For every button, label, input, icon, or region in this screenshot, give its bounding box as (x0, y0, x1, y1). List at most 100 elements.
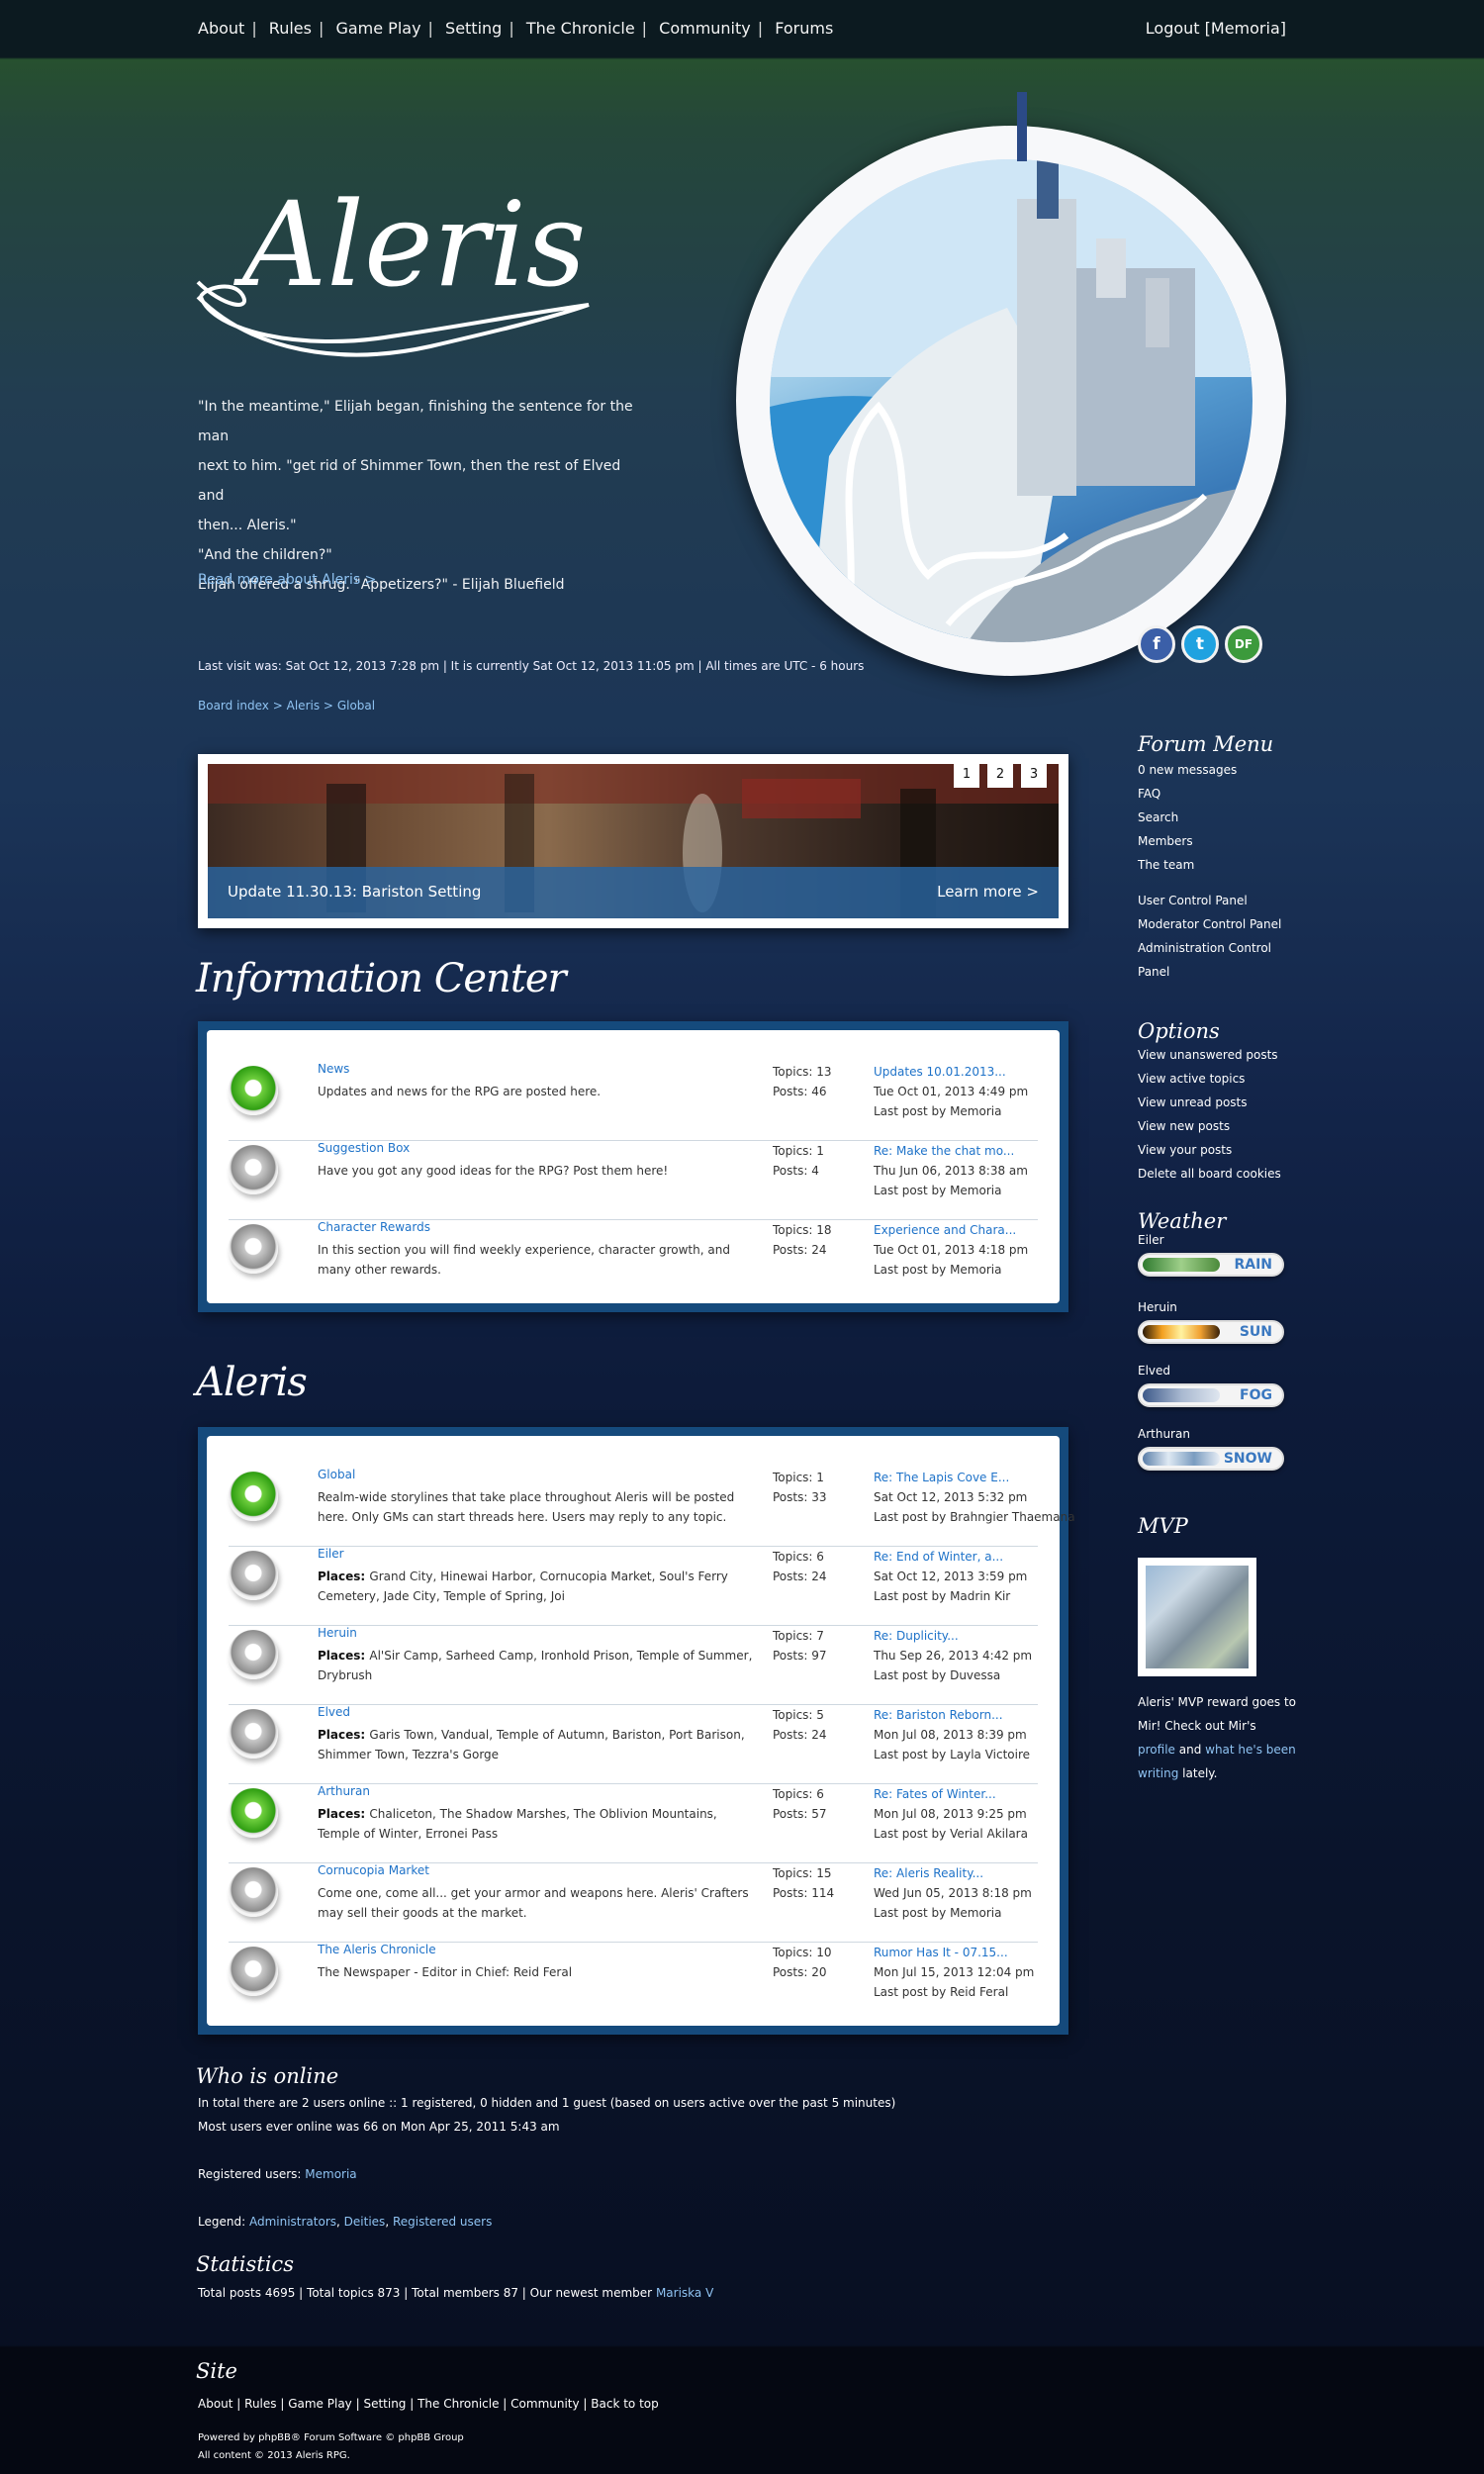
last-post-link[interactable]: Rumor Has It - 07.15... (874, 1943, 1034, 1962)
menu-members[interactable]: Members (1138, 829, 1281, 853)
nav-game-play[interactable]: Game Play (335, 19, 420, 38)
option-unanswered[interactable]: View unanswered posts (1138, 1043, 1281, 1067)
breadcrumb-global[interactable]: Global (337, 699, 375, 713)
nav-setting[interactable]: Setting (445, 19, 502, 38)
forum-row[interactable]: Suggestion Box Have you got any good idea… (229, 1141, 1038, 1220)
option-unread-posts[interactable]: View unread posts (1138, 1091, 1281, 1114)
twitter-icon[interactable]: t (1181, 625, 1219, 663)
forum-name-link[interactable]: Cornucopia Market (318, 1863, 429, 1877)
forum-read-icon (229, 1551, 278, 1600)
forum-name-link[interactable]: Eiler (318, 1547, 344, 1561)
forum-list: News Updates and news for the RPG are pos… (207, 1030, 1060, 1303)
forum-name-link[interactable]: News (318, 1062, 349, 1076)
who-is-online-title: Who is online (196, 2064, 339, 2088)
legend-registered-users[interactable]: Registered users (393, 2215, 492, 2229)
option-delete-cookies[interactable]: Delete all board cookies (1138, 1162, 1281, 1186)
information-center-panel: News Updates and news for the RPG are pos… (198, 1021, 1068, 1312)
legend: Legend: Administrators, Deities, Registe… (198, 2215, 493, 2229)
menu-faq[interactable]: FAQ (1138, 782, 1281, 806)
forum-row[interactable]: The Aleris Chronicle The Newspaper - Edit… (229, 1943, 1038, 2012)
menu-new-messages[interactable]: 0 new messages (1138, 758, 1281, 782)
forum-description: Updates and news for the RPG are posted … (318, 1085, 602, 1098)
slider-learn-more[interactable]: Learn more > (937, 883, 1039, 901)
forum-row[interactable]: Character Rewards In this section you wil… (229, 1220, 1038, 1289)
last-post-link[interactable]: Re: The Lapis Cove E... (874, 1468, 1075, 1487)
forum-description: In this section you will find weekly exp… (318, 1243, 730, 1277)
footer-game-play[interactable]: Game Play (288, 2397, 352, 2411)
forum-name-link[interactable]: Suggestion Box (318, 1141, 410, 1155)
mvp-profile-link[interactable]: profile (1138, 1743, 1175, 1757)
site-logo[interactable]: Aleris (193, 148, 599, 366)
nav-the-chronicle[interactable]: The Chronicle (526, 19, 635, 38)
forum-name-link[interactable]: Arthuran (318, 1784, 370, 1798)
weather-region: Arthuran (1138, 1427, 1190, 1441)
logout-link[interactable]: Logout [Memoria] (1146, 19, 1286, 38)
footer-about[interactable]: About (198, 2397, 232, 2411)
df-icon[interactable]: DF (1225, 625, 1262, 663)
mvp-writing-link-cont[interactable]: writing (1138, 1766, 1178, 1780)
forum-row[interactable]: Heruin Places: Al'Sir Camp, Sarheed Camp,… (229, 1626, 1038, 1705)
slider-page-2[interactable]: 2 (987, 762, 1013, 788)
footer-the-chronicle[interactable]: The Chronicle (417, 2397, 499, 2411)
last-post-link[interactable]: Updates 10.01.2013... (874, 1062, 1028, 1082)
footer-setting[interactable]: Setting (363, 2397, 406, 2411)
legend-deities[interactable]: Deities (344, 2215, 386, 2229)
slider-page-1[interactable]: 1 (954, 762, 979, 788)
last-post-link[interactable]: Re: Aleris Reality... (874, 1863, 1032, 1883)
menu-user-control-panel[interactable]: User Control Panel (1138, 889, 1281, 912)
footer-back-to-top[interactable]: Back to top (591, 2397, 658, 2411)
slider-page-3[interactable]: 3 (1021, 762, 1047, 788)
option-active-topics[interactable]: View active topics (1138, 1067, 1281, 1091)
top-nav: About | Rules | Game Play | Setting | The Ch… (0, 0, 1484, 57)
newest-member-link[interactable]: Mariska V (656, 2286, 713, 2300)
forum-name-link[interactable]: Character Rewards (318, 1220, 430, 1234)
options-menu: Options View unanswered posts View activ… (1138, 1019, 1281, 1186)
read-more-link[interactable]: Read more about Aleris > (198, 572, 376, 588)
menu-administration-control-panel-cont[interactable]: Panel (1138, 960, 1281, 984)
forum-row[interactable]: News Updates and news for the RPG are pos… (229, 1062, 1038, 1141)
forum-row[interactable]: Elved Places: Garis Town, Vandual, Temple… (229, 1705, 1038, 1784)
footer-rules[interactable]: Rules (244, 2397, 276, 2411)
forum-read-icon (229, 1145, 278, 1194)
forum-row[interactable]: Eiler Places: Grand City, Hinewai Harbor,… (229, 1547, 1038, 1626)
footer-community[interactable]: Community (510, 2397, 579, 2411)
nav-separator: | (757, 19, 764, 38)
last-post-link[interactable]: Re: Duplicity... (874, 1626, 1032, 1646)
last-post-link[interactable]: Re: End of Winter, a... (874, 1547, 1027, 1567)
mvp-writing-link[interactable]: what he's been (1205, 1743, 1296, 1757)
forum-stats: Topics: 5 Posts: 24 (773, 1708, 827, 1742)
option-your-posts[interactable]: View your posts (1138, 1138, 1281, 1162)
mvp-image[interactable] (1138, 1558, 1256, 1676)
forum-name-link[interactable]: Elved (318, 1705, 350, 1719)
forum-row[interactable]: Arthuran Places: Chaliceton, The Shadow M… (229, 1784, 1038, 1863)
legend-administrators[interactable]: Administrators (249, 2215, 336, 2229)
last-post-link[interactable]: Re: Fates of Winter... (874, 1784, 1028, 1804)
forum-row[interactable]: Global Realm-wide storylines that take pl… (229, 1468, 1075, 1547)
forum-name-link[interactable]: Global (318, 1468, 355, 1481)
breadcrumb-separator: > (323, 699, 333, 713)
menu-the-team[interactable]: The team (1138, 853, 1281, 877)
news-slider[interactable]: Update 11.30.13: Bariston Setting Learn … (198, 754, 1068, 928)
nav-forums[interactable]: Forums (775, 19, 833, 38)
last-post-link[interactable]: Re: Bariston Reborn... (874, 1705, 1030, 1725)
menu-moderator-control-panel[interactable]: Moderator Control Panel (1138, 912, 1281, 936)
last-post-link[interactable]: Re: Make the chat mo... (874, 1141, 1028, 1161)
forum-last-post: Re: End of Winter, a... Sat Oct 12, 2013 … (874, 1547, 1027, 1606)
menu-search[interactable]: Search (1138, 806, 1281, 829)
nav-community[interactable]: Community (659, 19, 751, 38)
forum-description: Realm-wide storylines that take place th… (318, 1490, 735, 1524)
forum-name-link[interactable]: Heruin (318, 1626, 357, 1640)
menu-administration-control-panel[interactable]: Administration Control (1138, 936, 1281, 960)
forum-name-link[interactable]: The Aleris Chronicle (318, 1943, 436, 1956)
forum-row[interactable]: Cornucopia Market Come one, come all... g… (229, 1863, 1038, 1943)
forum-read-icon (229, 1709, 278, 1759)
last-post-link[interactable]: Experience and Chara... (874, 1220, 1028, 1240)
registered-user-link[interactable]: Memoria (305, 2167, 356, 2181)
nav-about[interactable]: About (198, 19, 244, 38)
breadcrumb-aleris[interactable]: Aleris (287, 699, 320, 713)
forum-unread-icon (229, 1066, 278, 1115)
facebook-icon[interactable]: f (1138, 625, 1175, 663)
option-new-posts[interactable]: View new posts (1138, 1114, 1281, 1138)
nav-rules[interactable]: Rules (269, 19, 312, 38)
breadcrumb-board-index[interactable]: Board index (198, 699, 269, 713)
